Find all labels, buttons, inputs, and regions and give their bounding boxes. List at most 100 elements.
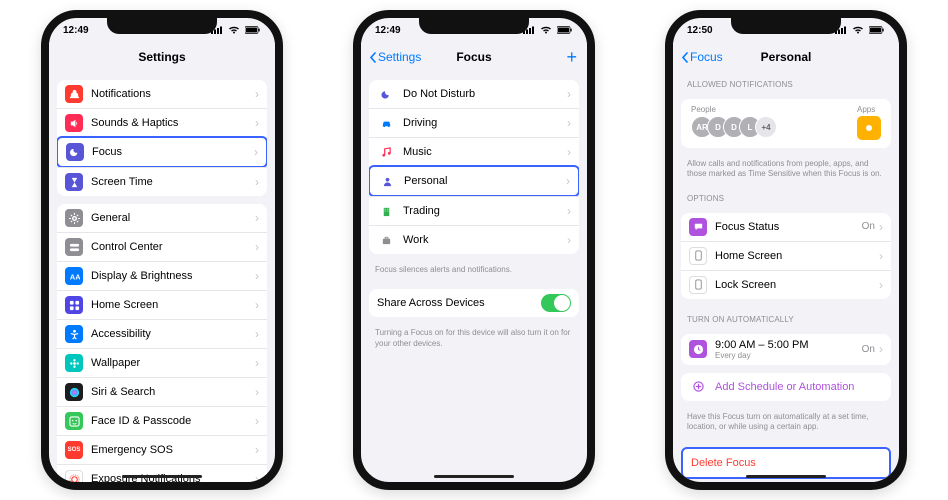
battery-icon: [245, 26, 261, 34]
chevron-right-icon: ›: [255, 116, 259, 130]
chevron-right-icon: ›: [879, 278, 883, 292]
back-button[interactable]: Focus: [681, 50, 723, 64]
focus-list: Do Not Disturb›Driving›Music›Personal›Tr…: [369, 80, 579, 254]
settings-row-screen-time[interactable]: Screen Time›: [57, 167, 267, 196]
auto-group: 9:00 AM – 5:00 PMEvery dayOn›: [681, 334, 891, 365]
row-label: Sounds & Haptics: [91, 117, 255, 129]
notch: [731, 18, 841, 34]
battery-icon: [557, 26, 573, 34]
settings-row-general[interactable]: General›: [57, 204, 267, 232]
settings-row-sounds-haptics[interactable]: Sounds & Haptics›: [57, 108, 267, 137]
chevron-right-icon: ›: [255, 356, 259, 370]
focus-row-do-not-disturb[interactable]: Do Not Disturb›: [369, 80, 579, 108]
allowed-row[interactable]: People ARDDL+4 Apps: [681, 99, 891, 148]
settings-row-wallpaper[interactable]: Wallpaper›: [57, 348, 267, 377]
focus-row-driving[interactable]: Driving›: [369, 108, 579, 137]
plus-circle-icon: [689, 378, 707, 396]
building-icon: [377, 202, 395, 220]
settings-row-emergency-sos[interactable]: SOSEmergency SOS›: [57, 435, 267, 464]
row-label: Personal: [404, 175, 566, 187]
delete-focus-row[interactable]: Delete Focus: [683, 449, 889, 477]
share-across-devices-row[interactable]: Share Across Devices: [369, 289, 579, 317]
chevron-right-icon: ›: [255, 298, 259, 312]
avatar-stack: ARDDL+4: [691, 116, 777, 138]
wifi-icon: [228, 26, 240, 34]
settings-row-siri-search[interactable]: Siri & Search›: [57, 377, 267, 406]
focus-row-music[interactable]: Music›: [369, 137, 579, 166]
settings-row-accessibility[interactable]: Accessibility›: [57, 319, 267, 348]
gear-icon: [65, 209, 83, 227]
row-detail: On: [862, 221, 875, 232]
row-label: Do Not Disturb: [403, 88, 567, 100]
chevron-right-icon: ›: [255, 240, 259, 254]
faceid-icon: [65, 412, 83, 430]
settings-row-display-brightness[interactable]: AADisplay & Brightness›: [57, 261, 267, 290]
settings-row-face-id-passcode[interactable]: Face ID & Passcode›: [57, 406, 267, 435]
focus-content[interactable]: Do Not Disturb›Driving›Music›Personal›Tr…: [361, 72, 587, 482]
focus-footer: Focus silences alerts and notifications.: [361, 262, 587, 281]
row-label: Driving: [403, 117, 567, 129]
row-label: Home Screen: [91, 299, 255, 311]
row-label: Wallpaper: [91, 357, 255, 369]
allowed-header: ALLOWED NOTIFICATIONS: [673, 72, 899, 91]
focus-row-work[interactable]: Work›: [369, 225, 579, 254]
back-button[interactable]: Settings: [369, 50, 421, 64]
row-label: Control Center: [91, 241, 255, 253]
switches-icon: [65, 238, 83, 256]
option-row-focus-status[interactable]: Focus StatusOn ›: [681, 213, 891, 241]
row-label: Add Schedule or Automation: [715, 381, 883, 393]
row-label: Focus: [92, 146, 254, 158]
flower-icon: [65, 354, 83, 372]
chevron-right-icon: ›: [255, 414, 259, 428]
home-indicator: [122, 475, 202, 478]
notch: [107, 18, 217, 34]
person-icon: [378, 172, 396, 190]
add-schedule-row[interactable]: Add Schedule or Automation: [681, 373, 891, 401]
focus-row-trading[interactable]: Trading›: [369, 196, 579, 225]
chevron-right-icon: ›: [254, 145, 258, 159]
status-indicators: [521, 25, 573, 36]
options-group: Focus StatusOn › Home Screen›Lock Screen›: [681, 213, 891, 299]
chevron-right-icon: ›: [567, 116, 571, 130]
toggle-switch[interactable]: [541, 294, 571, 312]
chevron-right-icon: ›: [879, 342, 883, 356]
page-title: Settings: [138, 50, 185, 64]
schedule-row[interactable]: 9:00 AM – 5:00 PMEvery dayOn›: [681, 334, 891, 365]
moon-icon: [66, 143, 84, 161]
people-label: People: [691, 105, 777, 114]
option-row-home-screen[interactable]: Home Screen›: [681, 241, 891, 270]
battery-icon: [869, 26, 885, 34]
focus-row-personal[interactable]: Personal›: [370, 167, 578, 195]
status-time: 12:49: [375, 25, 401, 36]
settings-row-exposure-notifications[interactable]: Exposure Notifications›: [57, 464, 267, 482]
status-time: 12:49: [63, 25, 89, 36]
settings-row-focus[interactable]: Focus›: [58, 138, 266, 166]
nav-bar: Settings: [49, 42, 275, 72]
personal-content[interactable]: ALLOWED NOTIFICATIONSPeopleARDDL+4AppsAl…: [673, 72, 899, 482]
chevron-right-icon: ›: [879, 220, 883, 234]
option-row-lock-screen[interactable]: Lock Screen›: [681, 270, 891, 299]
chevron-right-icon: ›: [567, 233, 571, 247]
exposure-icon: [65, 470, 83, 482]
add-button[interactable]: +: [566, 47, 577, 68]
settings-row-control-center[interactable]: Control Center›: [57, 232, 267, 261]
chevron-right-icon: ›: [255, 87, 259, 101]
row-label: Focus Status: [715, 221, 862, 233]
auto-footer: Have this Focus turn on automatically at…: [673, 409, 899, 439]
settings-row-notifications[interactable]: Notifications›: [57, 80, 267, 108]
phone-outline-icon: [689, 276, 707, 294]
row-label: Trading: [403, 205, 567, 217]
apps-column[interactable]: Apps: [857, 105, 881, 140]
chevron-right-icon: ›: [255, 175, 259, 189]
settings-row-home-screen[interactable]: Home Screen›: [57, 290, 267, 319]
row-label: Delete Focus: [691, 457, 881, 469]
row-label: Siri & Search: [91, 386, 255, 398]
apps-label: Apps: [857, 105, 881, 114]
sos-icon: SOS: [65, 441, 83, 459]
page-title: Focus: [456, 50, 491, 64]
chevron-left-icon: [369, 52, 376, 63]
settings-content[interactable]: Notifications›Sounds & Haptics›Focus›Scr…: [49, 72, 275, 482]
people-column[interactable]: People ARDDL+4: [691, 105, 777, 140]
chevron-right-icon: ›: [566, 174, 570, 188]
hourglass-icon: [65, 173, 83, 191]
